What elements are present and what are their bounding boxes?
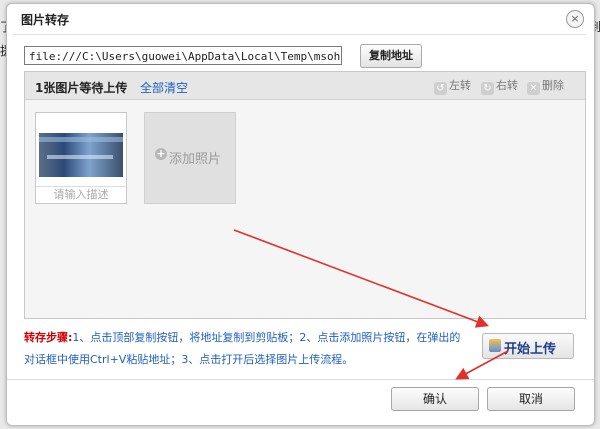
rotate-right-label: 右转 xyxy=(496,79,518,92)
rotate-left-icon: ↺ xyxy=(434,82,447,95)
image-transfer-dialog: 图片转存 × file:///C:\Users\guowei\AppData\L… xyxy=(6,3,595,426)
copy-address-button[interactable]: 复制地址 xyxy=(360,44,422,68)
steps-lead: 转存步骤: xyxy=(24,331,73,344)
dialog-titlebar: 图片转存 × xyxy=(7,4,594,32)
steps-text: 1、点击顶部复制按钮，将地址复制到剪贴板；2、点击添加照片按钮，在弹出的对话框中… xyxy=(24,331,461,366)
plus-icon: + xyxy=(155,147,167,160)
delete-button[interactable]: ✕ 删除 xyxy=(527,77,564,95)
add-photo-button[interactable]: + 添加照片 xyxy=(144,112,236,204)
dialog-footer: 确认 取消 xyxy=(7,379,594,426)
add-photo-label: 添加照片 xyxy=(169,152,222,167)
waiting-count-label: 1张图片等待上传 xyxy=(35,81,128,95)
file-path-input[interactable]: file:///C:\Users\guowei\AppData\Local\Te… xyxy=(24,46,342,65)
upload-panel: 1张图片等待上传 全部清空 ↺ 左转 ↻ 右转 ✕ 删除 请输入描述 + 添加照… xyxy=(24,71,586,319)
rotate-right-icon: ↻ xyxy=(481,82,494,95)
delete-icon: ✕ xyxy=(527,82,540,95)
dialog-title: 图片转存 xyxy=(21,13,70,27)
transfer-steps: 转存步骤:1、点击顶部复制按钮，将地址复制到剪贴板；2、点击添加照片按钮，在弹出… xyxy=(24,327,464,371)
delete-label: 删除 xyxy=(542,79,564,92)
clear-all-link[interactable]: 全部清空 xyxy=(140,79,188,96)
start-upload-button[interactable]: 开始上传 xyxy=(482,333,574,359)
close-button[interactable]: × xyxy=(566,10,584,28)
image-thumbnail[interactable]: 请输入描述 xyxy=(35,112,127,204)
confirm-button[interactable]: 确认 xyxy=(391,387,479,411)
thumbnail-image-strip xyxy=(47,155,113,159)
dialog-content: file:///C:\Users\guowei\AppData\Local\Te… xyxy=(13,34,586,380)
cancel-button[interactable]: 取消 xyxy=(487,387,575,411)
start-upload-label: 开始上传 xyxy=(504,342,557,357)
upload-panel-header: 1张图片等待上传 全部清空 ↺ 左转 ↻ 右转 ✕ 删除 xyxy=(25,72,585,100)
upload-icon xyxy=(489,339,501,352)
thumbnail-image xyxy=(39,133,123,177)
rotate-right-button[interactable]: ↻ 右转 xyxy=(481,77,518,95)
rotate-left-label: 左转 xyxy=(449,79,471,92)
thumbnail-image-strip xyxy=(39,137,123,142)
description-input[interactable]: 请输入描述 xyxy=(36,186,126,203)
rotate-left-button[interactable]: ↺ 左转 xyxy=(434,77,471,95)
